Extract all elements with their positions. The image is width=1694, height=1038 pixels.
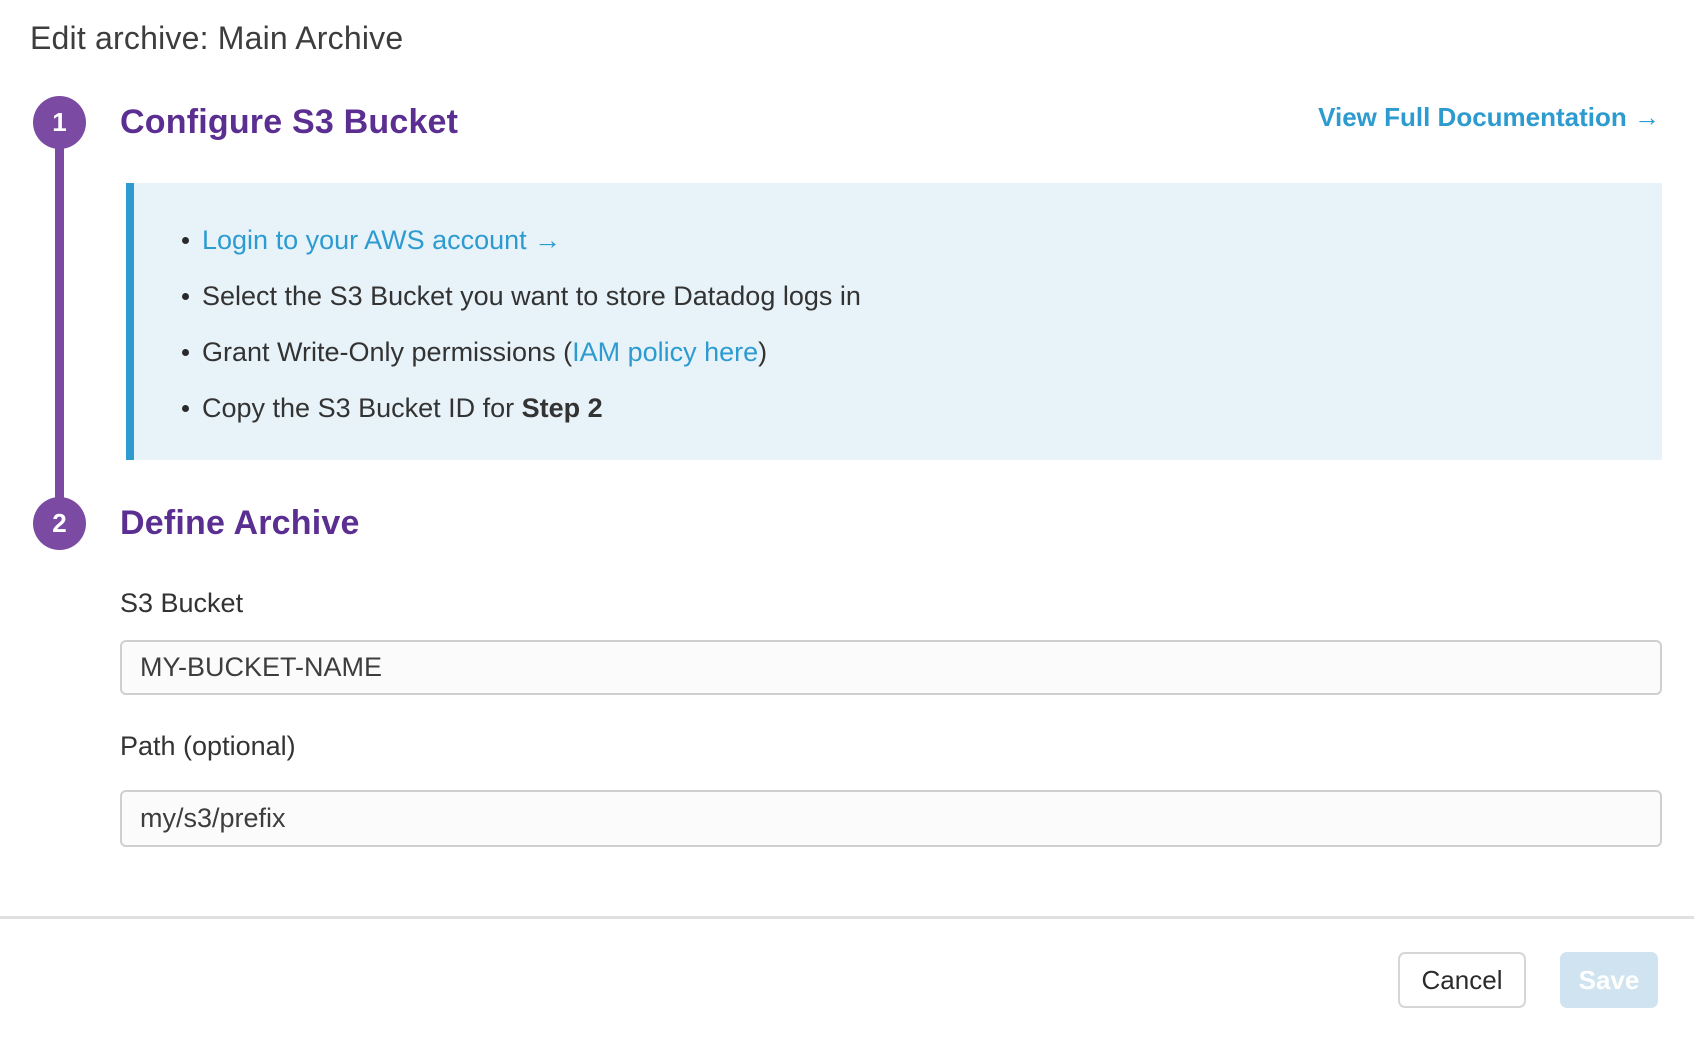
instruction-login-aws: Login to your AWS account → (134, 212, 1662, 268)
instruction-grant-permissions: Grant Write-Only permissions (IAM policy… (134, 324, 1662, 380)
instruction-text-suffix: ) (758, 337, 767, 367)
view-full-documentation-link[interactable]: View Full Documentation → (1318, 102, 1660, 133)
step-1-number: 1 (52, 107, 66, 138)
step-1-heading: Configure S3 Bucket (120, 96, 458, 149)
step-connector-line (55, 122, 64, 524)
instructions-panel: Login to your AWS account → Select the S… (126, 183, 1662, 460)
step-1-badge: 1 (33, 96, 86, 149)
instruction-text-prefix: Grant Write-Only permissions ( (202, 337, 572, 367)
save-button[interactable]: Save (1560, 952, 1658, 1008)
step-2-number: 2 (52, 508, 66, 539)
login-aws-link[interactable]: Login to your AWS account → (202, 225, 561, 255)
iam-policy-link[interactable]: IAM policy here (572, 337, 758, 367)
instruction-select-bucket: Select the S3 Bucket you want to store D… (134, 268, 1662, 324)
instruction-text-prefix: Copy the S3 Bucket ID for (202, 393, 522, 423)
page-title: Edit archive: Main Archive (30, 20, 403, 57)
step-2-heading: Define Archive (120, 497, 360, 550)
s3-bucket-label: S3 Bucket (120, 588, 243, 619)
instruction-copy-bucket-id: Copy the S3 Bucket ID for Step 2 (134, 380, 1662, 436)
edit-archive-page: Edit archive: Main Archive View Full Doc… (0, 0, 1694, 1038)
step-2-reference: Step 2 (522, 393, 603, 423)
path-input[interactable] (120, 790, 1662, 847)
instructions-list: Login to your AWS account → Select the S… (134, 183, 1662, 436)
step-2-badge: 2 (33, 497, 86, 550)
footer-divider (0, 916, 1694, 919)
path-label: Path (optional) (120, 731, 296, 762)
s3-bucket-input[interactable] (120, 640, 1662, 695)
cancel-button[interactable]: Cancel (1398, 952, 1526, 1008)
